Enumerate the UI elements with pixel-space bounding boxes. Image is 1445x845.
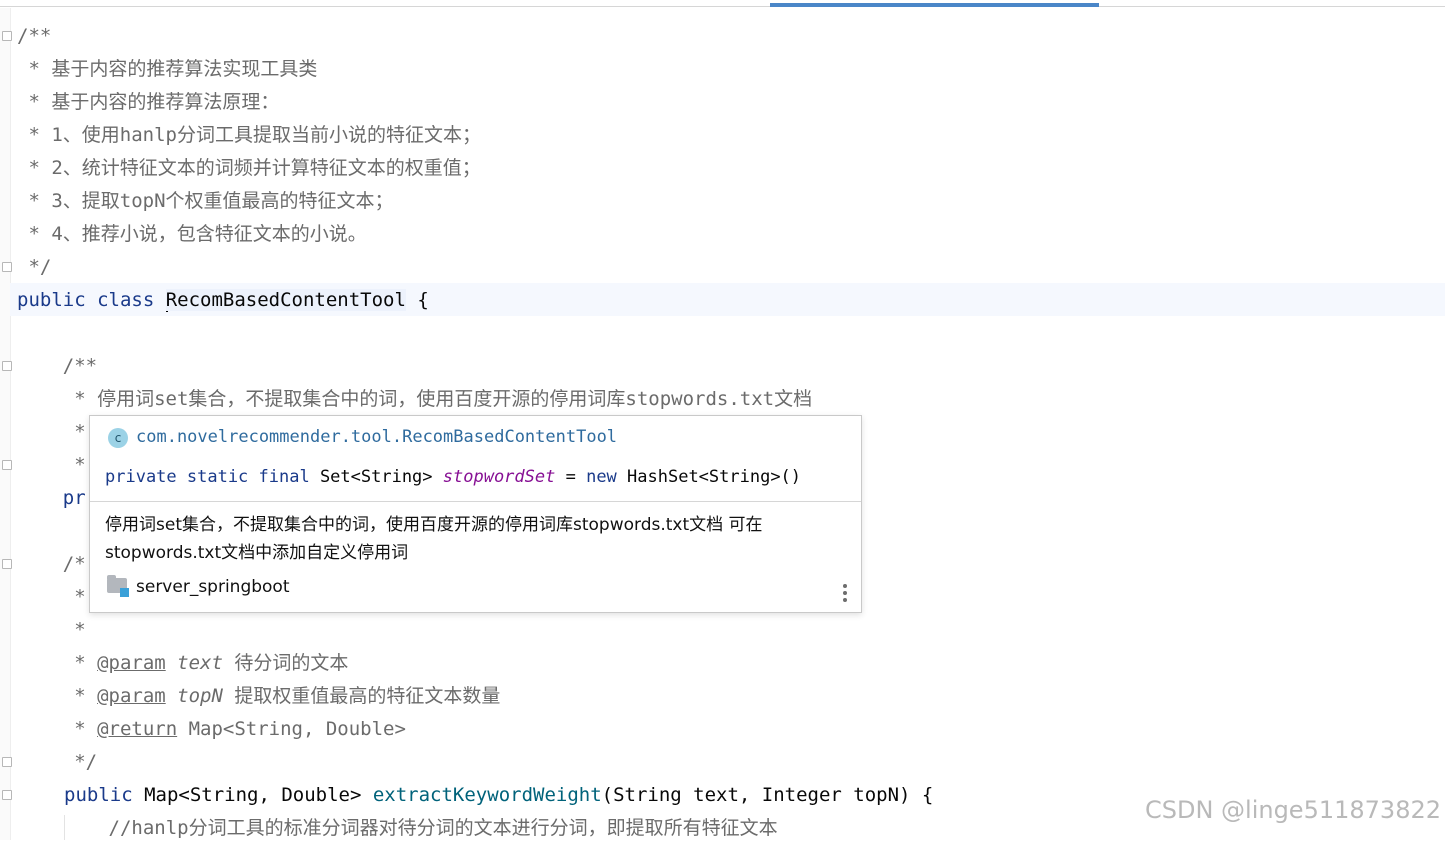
code-line[interactable]: */ — [17, 251, 51, 284]
class-icon: c — [108, 428, 128, 448]
quick-documentation-popup[interactable]: c com.novelrecommender.tool.RecomBasedCo… — [89, 415, 862, 613]
code-line[interactable]: * — [17, 449, 85, 482]
assign: = — [555, 467, 587, 487]
code-line[interactable]: * 3、提取topN个权重值最高的特征文本； — [17, 185, 393, 218]
editor-top-border — [0, 6, 1445, 7]
code-line[interactable]: * 1、使用hanlp分词工具提取当前小说的特征文本； — [17, 119, 481, 152]
javadoc-tag: @return — [97, 718, 178, 740]
comment-prefix: * — [17, 718, 98, 740]
code-line[interactable]: pr — [17, 482, 86, 515]
code-line[interactable]: */ — [17, 746, 97, 779]
code-line[interactable]: * — [17, 416, 85, 449]
return-type: Map<String, Double> — [132, 784, 373, 806]
field-declaration: private static final Set<String> stopwor… — [105, 462, 801, 492]
field-name: stopwordSet — [442, 467, 556, 487]
code-line[interactable]: * 基于内容的推荐算法实现工具类 — [17, 53, 317, 86]
code-line[interactable]: /** — [17, 350, 97, 383]
method-declaration-line[interactable]: public Map<String, Double> extractKeywor… — [64, 779, 933, 812]
more-options-icon[interactable] — [843, 581, 847, 602]
indent-guide — [64, 815, 65, 840]
watermark: CSDN @linge511873822 — [1144, 796, 1441, 824]
fold-marker-icon[interactable] — [2, 460, 12, 470]
active-tab-indicator[interactable] — [770, 3, 1099, 7]
fold-marker-icon[interactable] — [2, 790, 12, 800]
popup-header: c com.novelrecommender.tool.RecomBasedCo… — [90, 416, 861, 502]
code-line[interactable]: /* — [17, 548, 86, 581]
modifiers: private static final — [105, 467, 310, 487]
initializer: HashSet<String>() — [616, 467, 802, 487]
javadoc-return-line[interactable]: * @return Map<String, Double> — [17, 713, 406, 746]
new-keyword: new — [586, 467, 617, 487]
javadoc-tag: @param — [97, 685, 166, 707]
doc-description: 停用词set集合，不提取集合中的词，使用百度开源的停用词库stopwords.t… — [105, 515, 763, 563]
class-name: RecomBasedContentTool — [165, 289, 406, 311]
method-params: (String text, Integer topN) { — [601, 784, 934, 806]
code-line[interactable]: * 4、推荐小说，包含特征文本的小说。 — [17, 218, 366, 251]
return-description: Map<String, Double> — [177, 718, 406, 740]
fold-marker-icon[interactable] — [2, 559, 12, 569]
param-name: topN — [177, 685, 223, 707]
javadoc-param-line[interactable]: * @param topN 提取权重值最高的特征文本数量 — [17, 680, 500, 713]
brace: { — [405, 289, 429, 311]
code-line[interactable]: * 2、统计特征文本的词频并计算特征文本的权重值； — [17, 152, 480, 185]
class-declaration-line[interactable]: public class RecomBasedContentTool { — [17, 284, 429, 317]
method-name: extractKeywordWeight — [372, 784, 602, 806]
qualified-class-link[interactable]: com.novelrecommender.tool.RecomBasedCont… — [136, 422, 617, 452]
comment-prefix: * — [17, 685, 98, 707]
field-type: Set<String> — [309, 467, 443, 487]
module-name: server_springboot — [136, 577, 290, 597]
javadoc-param-line[interactable]: * @param text 待分词的文本 — [17, 647, 348, 680]
param-description: 提取权重值最高的特征文本数量 — [222, 685, 501, 707]
comment-prefix: * — [17, 652, 98, 674]
fold-marker-icon[interactable] — [2, 361, 12, 371]
code-line[interactable]: /** — [17, 20, 51, 53]
keyword: public class — [17, 289, 166, 311]
code-line[interactable]: * 停用词set集合，不提取集合中的词，使用百度开源的停用词库stopwords… — [17, 383, 812, 416]
fold-marker-icon[interactable] — [2, 757, 12, 767]
code-line[interactable]: //hanlp分词工具的标准分词器对待分词的文本进行分词，即提取所有特征文本 — [17, 812, 778, 845]
fold-marker-icon[interactable] — [2, 262, 12, 272]
javadoc-tag: @param — [97, 652, 166, 674]
param-name: text — [177, 652, 223, 674]
fold-marker-icon[interactable] — [2, 31, 12, 41]
module-folder-icon — [107, 575, 129, 597]
keyword: public — [64, 784, 133, 806]
code-line[interactable]: * — [17, 581, 85, 614]
code-line[interactable]: * — [17, 614, 85, 647]
param-description: 待分词的文本 — [222, 652, 349, 674]
code-line[interactable]: * 基于内容的推荐算法原理： — [17, 86, 279, 119]
editor-gutter — [0, 8, 11, 840]
